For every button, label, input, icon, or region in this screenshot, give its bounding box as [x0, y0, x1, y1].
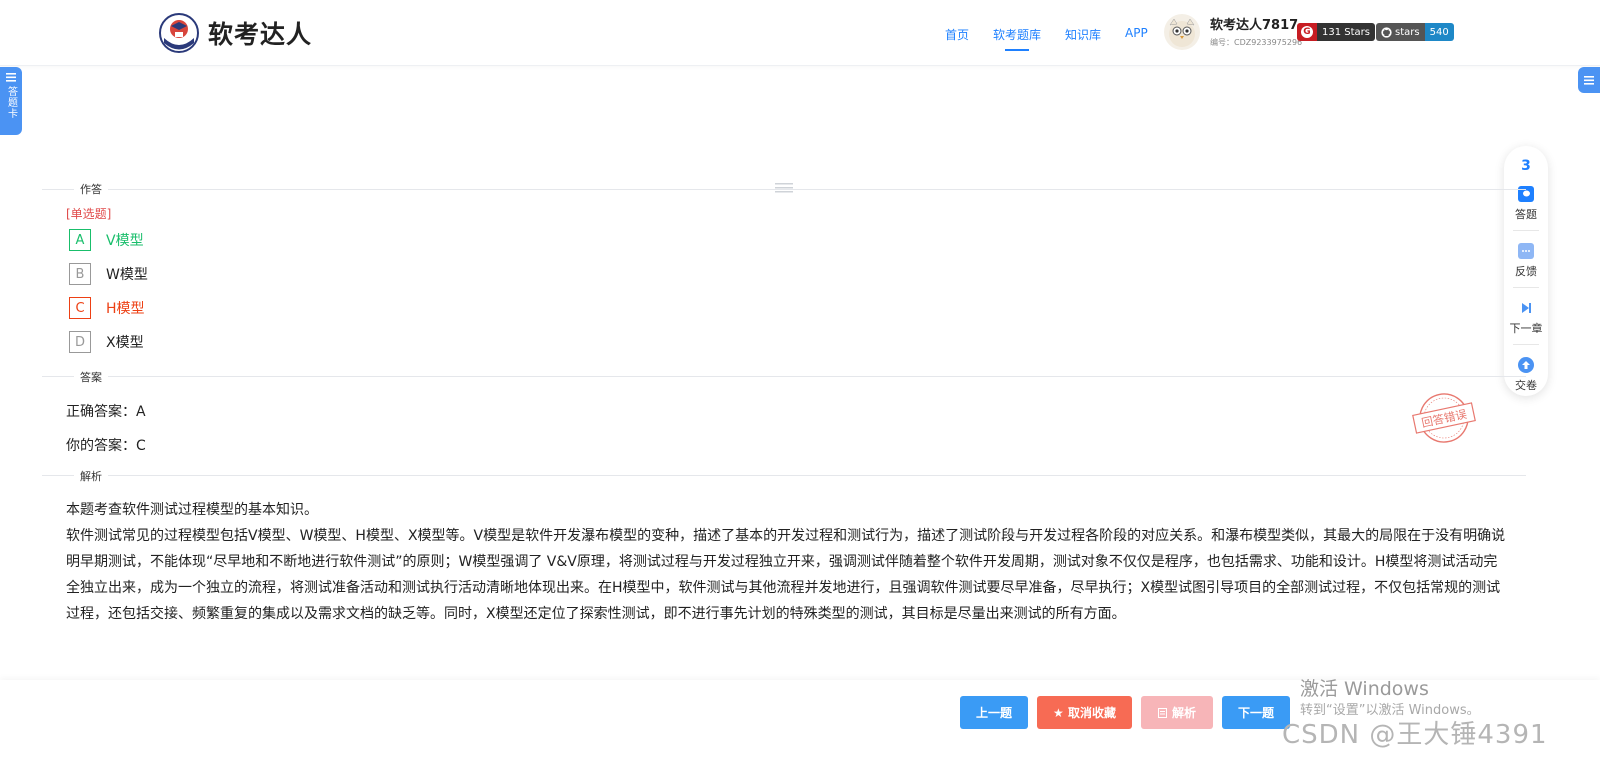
gitee-stars-count: 131 Stars: [1317, 23, 1375, 41]
feedback-icon: [1518, 243, 1534, 259]
cancel-favorite-button[interactable]: ★ 取消收藏: [1037, 696, 1132, 729]
answer-area-heading: 作答: [74, 181, 108, 197]
answer-sheet-tab[interactable]: 答题卡: [0, 67, 22, 135]
windows-activation-title: 激活 Windows: [1300, 678, 1429, 700]
submit-button[interactable]: 交卷: [1515, 357, 1537, 393]
nav-app[interactable]: APP: [1125, 26, 1148, 43]
right-menu-tab[interactable]: [1578, 67, 1600, 93]
github-stars-label: stars: [1376, 23, 1425, 41]
wrong-answer-stamp: 回答错误: [1412, 393, 1476, 443]
option-c-text: H模型: [106, 301, 145, 317]
answer-heading: 答案: [74, 369, 108, 385]
analysis-paragraph: 本题考查软件测试过程模型的基本知识。: [66, 502, 318, 518]
drag-handle-icon[interactable]: [775, 182, 793, 194]
answer-sheet-label: 答题卡: [5, 86, 17, 119]
prev-question-button[interactable]: 上一题: [960, 696, 1028, 729]
option-d-text: X模型: [106, 335, 144, 351]
option-b[interactable]: B W模型: [69, 262, 148, 286]
nav-question-bank[interactable]: 软考题库: [993, 26, 1041, 51]
question-number: 3: [1521, 158, 1531, 174]
analysis-button-label: 解析: [1171, 706, 1196, 720]
document-icon: [1157, 707, 1167, 718]
option-c[interactable]: C H模型: [69, 296, 145, 320]
option-a-letter: A: [69, 229, 91, 251]
github-icon: [1381, 26, 1392, 38]
github-stars-count: 540: [1424, 23, 1454, 41]
next-chapter-icon: [1518, 300, 1534, 316]
menu-icon: [1584, 75, 1594, 85]
option-b-text: W模型: [106, 267, 148, 283]
next-question-button[interactable]: 下一题: [1222, 696, 1290, 729]
submit-upload-icon: [1518, 357, 1534, 373]
analysis-paragraph: 软件测试常见的过程模型包括V模型、W模型、H模型、X模型等。V模型是软件开发瀑布…: [66, 528, 1506, 622]
option-b-letter: B: [69, 263, 91, 285]
nav-knowledge-base[interactable]: 知识库: [1065, 26, 1101, 43]
owl-avatar-icon: [1169, 18, 1195, 47]
nav-home[interactable]: 首页: [945, 26, 969, 43]
user-id: 编号：CDZ9233975296: [1210, 38, 1303, 47]
user-profile[interactable]: 软考达人7817 编号：CDZ9233975296: [1164, 14, 1302, 50]
answer-button[interactable]: 答题: [1515, 186, 1537, 222]
csdn-watermark: CSDN @王大锤4391: [1282, 720, 1548, 750]
option-d-letter: D: [69, 331, 91, 353]
next-chapter-button[interactable]: 下一章: [1510, 300, 1543, 336]
floating-action-panel: 3 答题 反馈 下一章 交卷: [1504, 146, 1548, 396]
github-stars-badge[interactable]: stars 540: [1376, 23, 1454, 41]
analysis-heading: 解析: [74, 468, 108, 484]
submit-label: 交卷: [1515, 379, 1537, 392]
option-c-letter: C: [69, 297, 91, 319]
avatar[interactable]: [1164, 14, 1200, 50]
feedback-label: 反馈: [1515, 265, 1537, 278]
gitee-stars-badge[interactable]: G 131 Stars: [1297, 23, 1375, 41]
option-a-text: V模型: [106, 233, 144, 249]
analysis-divider: [42, 475, 1526, 476]
main-nav: 首页 软考题库 知识库 APP: [945, 26, 1172, 51]
option-a[interactable]: A V模型: [69, 228, 144, 252]
analysis-button[interactable]: 解析: [1141, 696, 1213, 729]
feedback-button[interactable]: 反馈: [1515, 243, 1537, 279]
brand-logo[interactable]: 软考达人: [158, 12, 312, 54]
user-name: 软考达人7817: [1210, 18, 1299, 33]
logo-emblem-icon: [159, 13, 199, 53]
analysis-body: 本题考查软件测试过程模型的基本知识。 软件测试常见的过程模型包括V模型、W模型、…: [66, 497, 1506, 627]
gitee-logo-icon: G: [1297, 23, 1317, 41]
answer-divider: [42, 376, 1526, 377]
correct-answer: 正确答案：A: [66, 404, 146, 420]
top-header: 软考达人 首页 软考题库 知识库 APP 软考达人7817 编号：CDZ9233…: [0, 0, 1600, 66]
brand-name: 软考达人: [208, 20, 313, 49]
option-d[interactable]: D X模型: [69, 330, 144, 354]
answer-label: 答题: [1515, 208, 1537, 221]
your-answer: 你的答案：C: [66, 438, 146, 454]
question-type: [单选题]: [66, 207, 112, 221]
next-chapter-label: 下一章: [1509, 322, 1543, 335]
list-icon: [6, 73, 16, 82]
